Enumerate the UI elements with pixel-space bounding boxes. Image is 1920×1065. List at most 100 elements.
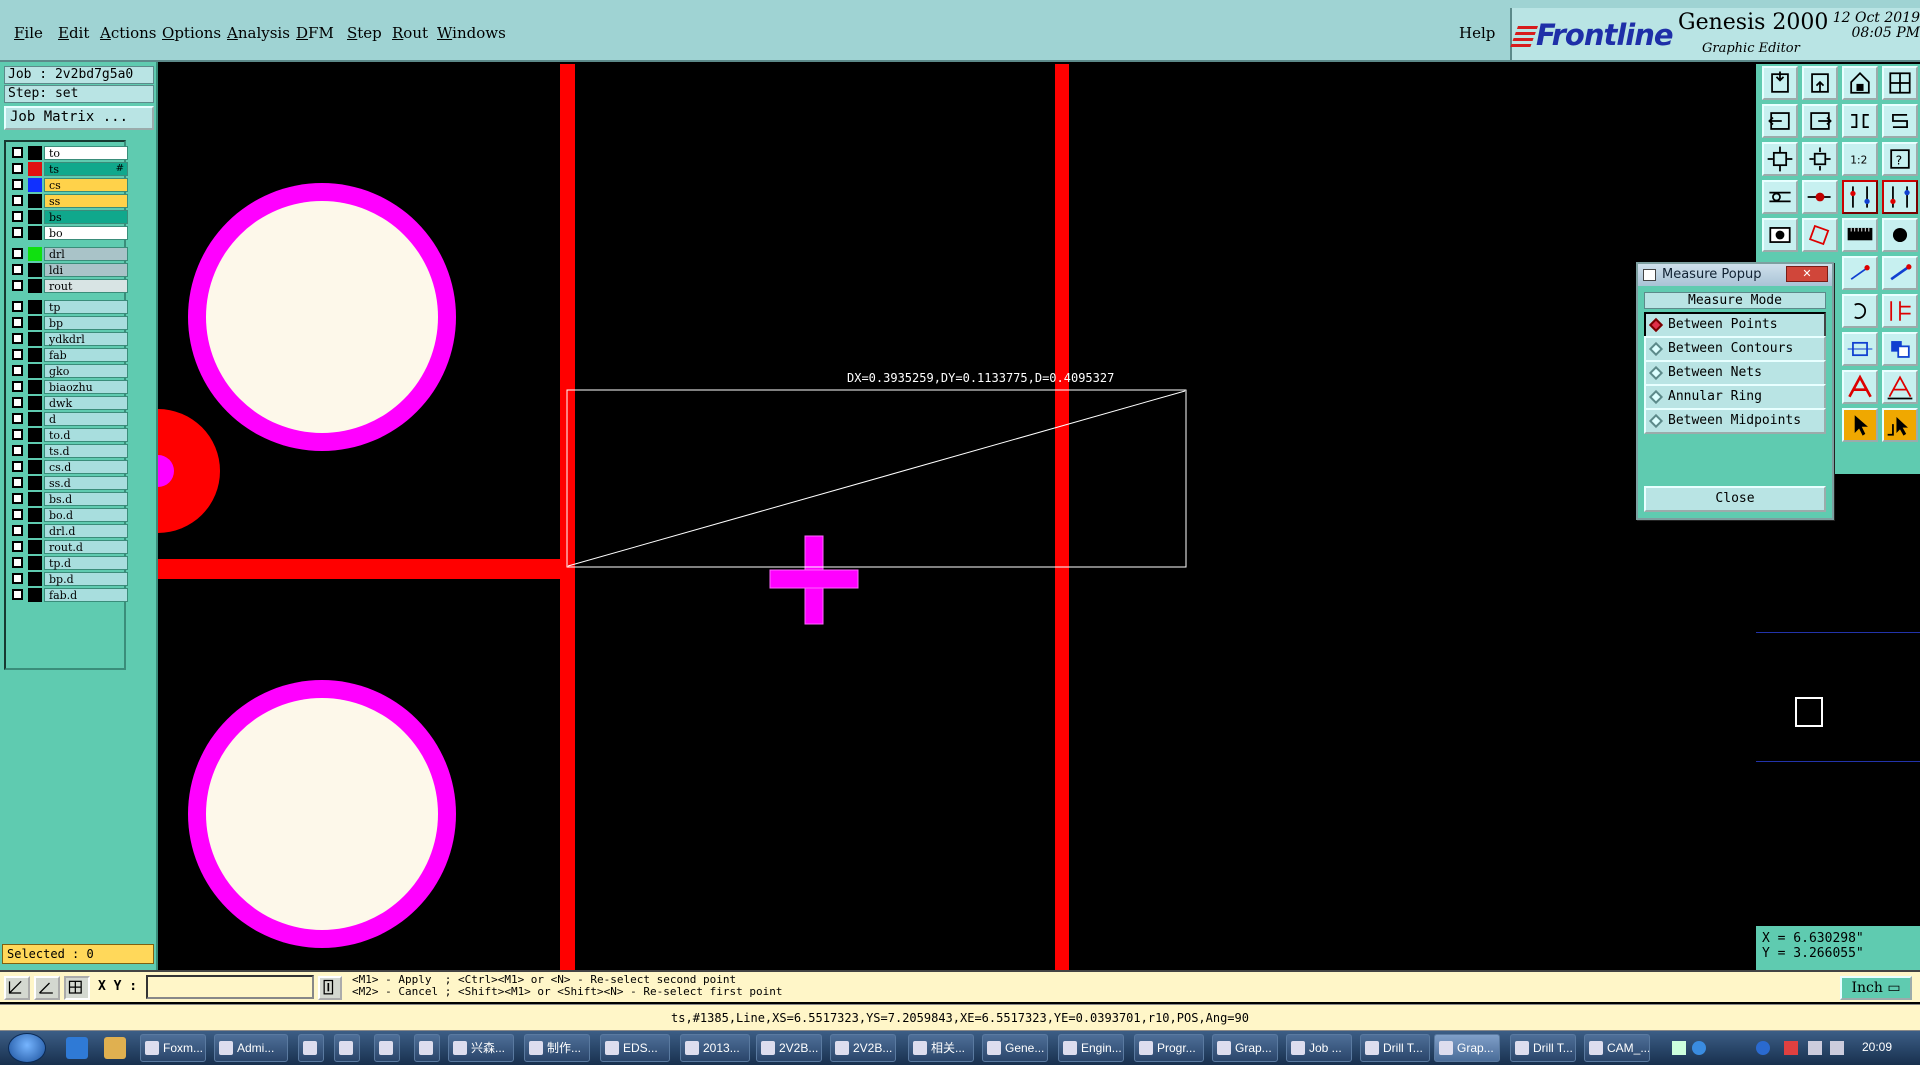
layer-row-biaozhu[interactable]: biaozhu xyxy=(8,380,128,394)
pan-left-icon[interactable] xyxy=(1762,104,1798,138)
mode-option-between-nets[interactable]: Between Nets xyxy=(1644,360,1826,386)
mode-option-annular-ring[interactable]: Annular Ring xyxy=(1644,384,1826,410)
taskbar-button[interactable]: Gene... xyxy=(982,1034,1048,1062)
zoom-home-icon[interactable] xyxy=(1762,66,1798,100)
start-button[interactable] xyxy=(8,1033,46,1063)
zoom-fit-icon[interactable] xyxy=(1842,104,1878,138)
text-a-icon[interactable] xyxy=(1842,370,1878,404)
grid-icon[interactable] xyxy=(64,976,90,1000)
layer-checkbox[interactable] xyxy=(12,413,23,424)
layer-name[interactable]: bo.d xyxy=(44,508,128,522)
layer-name[interactable]: ss xyxy=(44,194,128,208)
xy-input[interactable] xyxy=(146,975,314,999)
menu-rout[interactable]: Rout xyxy=(392,24,428,42)
zoom-out-icon[interactable] xyxy=(1802,66,1838,100)
taskbar-button[interactable]: EDS... xyxy=(600,1034,670,1062)
layer-row-ldi[interactable]: ldi xyxy=(8,263,128,277)
angle-icon[interactable] xyxy=(34,976,60,1000)
layer-checkbox[interactable] xyxy=(12,525,23,536)
layer-row-gko[interactable]: gko xyxy=(8,364,128,378)
layer-row-bs-d[interactable]: bs.d xyxy=(8,492,128,506)
layer-name[interactable]: rout.d xyxy=(44,540,128,554)
layer-row-bp[interactable]: bp xyxy=(8,316,128,330)
pointer-icon[interactable] xyxy=(1842,408,1878,442)
layer-checkbox[interactable] xyxy=(12,211,23,222)
taskbar-button[interactable]: 相关... xyxy=(908,1034,974,1062)
split-icon[interactable] xyxy=(1882,294,1918,328)
menu-step[interactable]: Step xyxy=(347,24,382,42)
properties-icon[interactable] xyxy=(1762,180,1798,214)
snap-icon[interactable] xyxy=(4,976,30,1000)
home-icon[interactable] xyxy=(1842,66,1878,100)
layer-checkbox[interactable] xyxy=(12,227,23,238)
copy-icon[interactable] xyxy=(1842,332,1878,366)
layer-row-ss[interactable]: ss xyxy=(8,194,128,208)
layer-name[interactable]: ts.d xyxy=(44,444,128,458)
menu-windows[interactable]: Windows xyxy=(437,24,506,42)
layer-name[interactable]: gko xyxy=(44,364,128,378)
taskbar-button[interactable]: CAM_... xyxy=(1584,1034,1650,1062)
measure-line-icon[interactable] xyxy=(1882,256,1918,290)
taskbar-button[interactable]: 2013... xyxy=(680,1034,750,1062)
menu-analysis[interactable]: Analysis xyxy=(227,24,290,42)
layer-row-to-d[interactable]: to.d xyxy=(8,428,128,442)
layer-checkbox[interactable] xyxy=(12,264,23,275)
taskbar-button[interactable] xyxy=(334,1034,360,1062)
layer-checkbox[interactable] xyxy=(12,248,23,259)
pin-icon[interactable] xyxy=(1802,180,1838,214)
layer-name[interactable]: cs.d xyxy=(44,460,128,474)
layer-checkbox[interactable] xyxy=(12,477,23,488)
taskbar-button[interactable]: Engin... xyxy=(1058,1034,1124,1062)
mode-option-between-contours[interactable]: Between Contours xyxy=(1644,336,1826,362)
layer-checkbox[interactable] xyxy=(12,445,23,456)
layer-name[interactable]: tp.d xyxy=(44,556,128,570)
layer-row-bo-d[interactable]: bo.d xyxy=(8,508,128,522)
rotate-icon[interactable] xyxy=(1842,294,1878,328)
network-icon[interactable] xyxy=(1756,1041,1770,1055)
route-pointer-icon[interactable] xyxy=(1882,408,1918,442)
layer-row-cs-d[interactable]: cs.d xyxy=(8,460,128,474)
layer-name[interactable]: rout xyxy=(44,279,128,293)
layer-name[interactable]: fab.d xyxy=(44,588,128,602)
layer-row-fab[interactable]: fab xyxy=(8,348,128,362)
layer-checkbox[interactable] xyxy=(12,461,23,472)
layer-checkbox[interactable] xyxy=(12,509,23,520)
layer-checkbox[interactable] xyxy=(12,163,23,174)
layer-checkbox[interactable] xyxy=(12,333,23,344)
layer-checkbox[interactable] xyxy=(12,365,23,376)
display-icon[interactable] xyxy=(1808,1041,1822,1055)
taskbar-button[interactable]: Foxm... xyxy=(140,1034,206,1062)
window-split-icon[interactable] xyxy=(1882,66,1918,100)
menu-dfm[interactable]: DFM xyxy=(296,24,334,42)
net-icon[interactable] xyxy=(1842,180,1878,214)
security-icon[interactable] xyxy=(1784,1041,1798,1055)
ie-icon[interactable] xyxy=(66,1037,88,1059)
layer-checkbox[interactable] xyxy=(12,147,23,158)
layer-name[interactable]: dwk xyxy=(44,396,128,410)
layer-checkbox[interactable] xyxy=(12,317,23,328)
layer-row-bs[interactable]: bs xyxy=(8,210,128,224)
dot-icon[interactable] xyxy=(1882,218,1918,252)
menu-file[interactable]: File xyxy=(14,24,43,42)
expand-icon[interactable] xyxy=(1762,142,1798,176)
layer-row-drl-d[interactable]: drl.d xyxy=(8,524,128,538)
layer-name[interactable]: bs xyxy=(44,210,128,224)
layer-name[interactable]: d xyxy=(44,412,128,426)
zoom-area-icon[interactable] xyxy=(1802,142,1838,176)
layer-row-ydkdrl[interactable]: ydkdrl xyxy=(8,332,128,346)
overview-map[interactable] xyxy=(1756,632,1920,762)
layer-row-dwk[interactable]: dwk xyxy=(8,396,128,410)
layer-name[interactable]: to.d xyxy=(44,428,128,442)
taskbar-button[interactable]: Drill T... xyxy=(1510,1034,1576,1062)
layer-checkbox[interactable] xyxy=(12,573,23,584)
layer-name[interactable]: drl xyxy=(44,247,128,261)
net-compare-icon[interactable] xyxy=(1882,180,1918,214)
volume-icon[interactable] xyxy=(1830,1041,1844,1055)
layer-checkbox[interactable] xyxy=(12,179,23,190)
layer-row-ts-d[interactable]: ts.d xyxy=(8,444,128,458)
layer-row-rout-d[interactable]: rout.d xyxy=(8,540,128,554)
layer-row-fab-d[interactable]: fab.d xyxy=(8,588,128,602)
explorer-icon[interactable] xyxy=(104,1037,126,1059)
menu-options[interactable]: Options xyxy=(162,24,221,42)
layer-name[interactable]: ss.d xyxy=(44,476,128,490)
